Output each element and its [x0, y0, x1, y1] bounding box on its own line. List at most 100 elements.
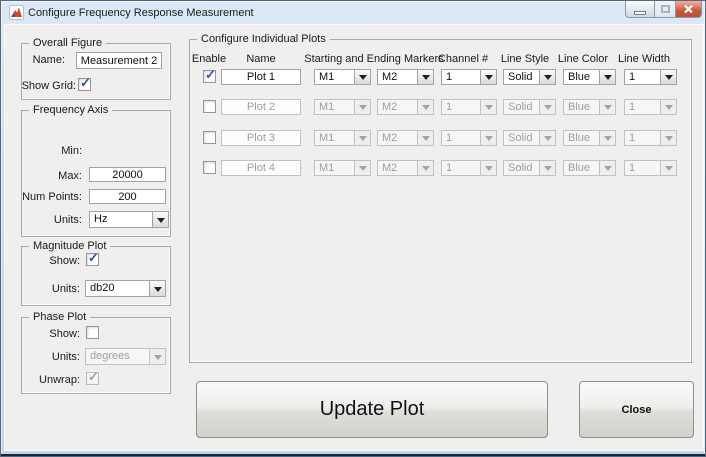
- selected-value: 1: [625, 131, 660, 145]
- magnitude-units-select[interactable]: db20: [85, 280, 166, 297]
- plot3-name-input: [221, 130, 301, 146]
- selected-value: M2: [378, 131, 417, 145]
- column-header-line-color: Line Color: [553, 53, 613, 65]
- dropdown-arrow-icon[interactable]: [599, 70, 615, 84]
- dropdown-arrow-icon: [149, 349, 165, 364]
- selected-value: Solid: [504, 131, 539, 145]
- plot3-enable-checkbox[interactable]: [203, 131, 216, 144]
- selected-value: M1: [315, 100, 354, 114]
- frequency-axis-group-title: Frequency Axis: [29, 104, 112, 116]
- selected-value: Solid: [504, 70, 539, 84]
- dropdown-arrow-icon: [660, 100, 676, 114]
- phase-units-select: degrees: [85, 348, 166, 365]
- unwrap-checkbox: ✓: [86, 372, 99, 385]
- dropdown-arrow-icon[interactable]: [660, 70, 676, 84]
- magnitude-units-value: db20: [86, 281, 149, 296]
- selected-value: 1: [625, 161, 660, 175]
- dropdown-arrow-icon: [480, 161, 496, 175]
- plot4-line-color-select: Blue: [563, 160, 616, 176]
- dropdown-arrow-icon[interactable]: [149, 281, 165, 296]
- freq-units-value: Hz: [90, 212, 152, 227]
- selected-value: 1: [442, 70, 480, 84]
- column-header-enable: Enable: [184, 53, 234, 65]
- magnitude-show-checkbox[interactable]: ✓: [86, 253, 99, 266]
- dropdown-arrow-icon: [539, 161, 555, 175]
- show-grid-checkbox[interactable]: ✓: [78, 78, 91, 91]
- selected-value: M2: [378, 70, 417, 84]
- plot2-marker-start-select: M1: [314, 99, 371, 115]
- dropdown-arrow-icon: [539, 131, 555, 145]
- check-icon: ✓: [205, 68, 216, 81]
- dropdown-arrow-icon: [417, 131, 433, 145]
- dropdown-arrow-icon[interactable]: [152, 212, 168, 227]
- plot2-line-color-select: Blue: [563, 99, 616, 115]
- figure-name-input[interactable]: [76, 52, 162, 69]
- freq-units-label: Units:: [16, 214, 82, 226]
- plot1-line-color-select[interactable]: Blue: [563, 69, 616, 85]
- num-points-input[interactable]: [89, 189, 166, 204]
- selected-value: Solid: [504, 100, 539, 114]
- num-points-label: Num Points:: [16, 191, 82, 203]
- plot4-line-style-select: Solid: [503, 160, 556, 176]
- phase-units-value: degrees: [86, 349, 149, 364]
- phase-show-checkbox[interactable]: [86, 326, 99, 339]
- selected-value: M1: [315, 131, 354, 145]
- plot3-line-style-select: Solid: [503, 130, 556, 146]
- plot1-name-input[interactable]: [221, 69, 301, 85]
- dropdown-arrow-icon: [480, 131, 496, 145]
- unwrap-label: Unwrap:: [16, 374, 80, 386]
- selected-value: 1: [442, 131, 480, 145]
- selected-value: 1: [442, 161, 480, 175]
- plot2-enable-checkbox[interactable]: [203, 100, 216, 113]
- plot1-marker-start-select[interactable]: M1: [314, 69, 371, 85]
- dropdown-arrow-icon[interactable]: [480, 70, 496, 84]
- freq-max-label: Max:: [16, 170, 82, 182]
- dropdown-arrow-icon: [539, 100, 555, 114]
- selected-value: 1: [625, 100, 660, 114]
- plot4-marker-end-select: M2: [377, 160, 434, 176]
- plot3-line-color-select: Blue: [563, 130, 616, 146]
- selected-value: Solid: [504, 161, 539, 175]
- dropdown-arrow-icon[interactable]: [354, 70, 370, 84]
- plot4-marker-start-select: M1: [314, 160, 371, 176]
- plot1-channel-select[interactable]: 1: [441, 69, 497, 85]
- window-bottom-edge: [1, 454, 705, 456]
- dropdown-arrow-icon: [599, 131, 615, 145]
- dropdown-arrow-icon: [354, 100, 370, 114]
- freq-units-select[interactable]: Hz: [89, 211, 169, 228]
- phase-show-label: Show:: [16, 328, 80, 340]
- plot1-line-width-select[interactable]: 1: [624, 69, 677, 85]
- plot2-line-width-select: 1: [624, 99, 677, 115]
- plot3-marker-end-select: M2: [377, 130, 434, 146]
- check-icon: ✓: [88, 370, 99, 383]
- dropdown-arrow-icon: [354, 131, 370, 145]
- plot4-enable-checkbox[interactable]: [203, 161, 216, 174]
- dropdown-arrow-icon: [599, 161, 615, 175]
- dropdown-arrow-icon[interactable]: [539, 70, 555, 84]
- selected-value: Blue: [564, 131, 599, 145]
- dialog-window: Configure Frequency Response Measurement…: [0, 0, 706, 457]
- selected-value: M1: [315, 161, 354, 175]
- check-icon: ✓: [80, 76, 91, 89]
- close-button[interactable]: Close: [579, 381, 694, 438]
- freq-max-input[interactable]: [89, 167, 166, 182]
- plot3-channel-select: 1: [441, 130, 497, 146]
- update-plot-button[interactable]: Update Plot: [196, 381, 548, 438]
- plot1-line-style-select[interactable]: Solid: [503, 69, 556, 85]
- dropdown-arrow-icon: [660, 131, 676, 145]
- dropdown-arrow-icon: [417, 100, 433, 114]
- plot1-enable-checkbox[interactable]: ✓: [203, 70, 216, 83]
- dropdown-arrow-icon[interactable]: [417, 70, 433, 84]
- selected-value: Blue: [564, 161, 599, 175]
- plot2-name-input: [221, 99, 301, 115]
- dropdown-arrow-icon: [480, 100, 496, 114]
- selected-value: 1: [625, 70, 660, 84]
- show-grid-label: Show Grid:: [11, 80, 76, 92]
- plot3-marker-start-select: M1: [314, 130, 371, 146]
- dropdown-arrow-icon: [599, 100, 615, 114]
- magnitude-show-label: Show:: [16, 255, 80, 267]
- selected-value: Blue: [564, 100, 599, 114]
- plot1-marker-end-select[interactable]: M2: [377, 69, 434, 85]
- configure-individual-plots-group: [189, 39, 692, 363]
- plot2-channel-select: 1: [441, 99, 497, 115]
